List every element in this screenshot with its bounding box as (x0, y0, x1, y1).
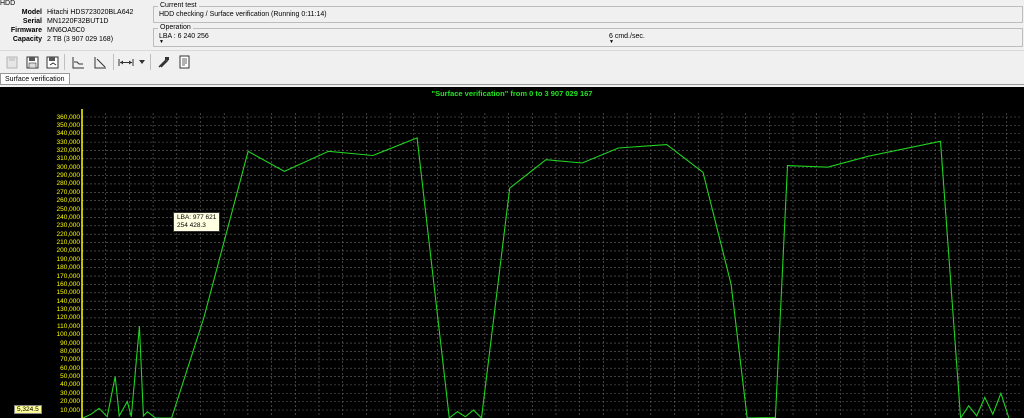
disk-open-icon[interactable] (44, 54, 60, 70)
y-tick-label: 110,000 (56, 322, 80, 330)
y-tick-label: 140,000 (56, 297, 81, 305)
operation-speed: 6 cmd./sec. (609, 33, 645, 40)
hdd-firmware-value: MN6OA5C0 (47, 27, 85, 34)
y-tick-label: 80,000 (60, 347, 80, 355)
y-tick-label: 40,000 (60, 381, 80, 389)
surface-verification-chart: "Surface verification" from 0 to 3 907 0… (0, 87, 1024, 418)
hdd-serial-label: Serial (22, 18, 42, 25)
y-tick-label: 50,000 (60, 373, 80, 380)
toolbar (0, 50, 1024, 73)
speed-series-line (82, 137, 1010, 418)
hdd-serial-row: Serial MN1220F32BUT1D (0, 17, 148, 26)
y-tick-label: 200,000 (56, 247, 81, 255)
hdd-capacity-value: 2 TB (3 907 029 168) (47, 36, 114, 43)
y-tick-label: 230,000 (56, 222, 81, 230)
y-tick-label: 360,000 (56, 113, 81, 121)
hdd-capacity-label: Capacity (12, 36, 42, 43)
y-tick-label: 270,000 (56, 188, 81, 196)
chart-tooltip: LBA: 977 621 254 428.3 (173, 212, 221, 232)
current-test-group: Current test HDD checking / Surface veri… (153, 2, 1023, 23)
y-tick-label: 250,000 (56, 205, 81, 213)
y-tick-label: 90,000 (60, 339, 80, 347)
hdd-model-value: Hitachi HDS723020BLA642 (47, 9, 134, 16)
hdd-model-label: Model (21, 9, 42, 16)
disk-save-icon[interactable] (24, 54, 40, 70)
current-test-legend: Current test (158, 2, 199, 9)
hdd-capacity-row: Capacity 2 TB (3 907 029 168) (0, 35, 148, 44)
y-tick-label: 70,000 (60, 356, 80, 364)
tab-divider (0, 84, 1024, 85)
y-tick-label: 260,000 (56, 197, 81, 205)
y-tick-label: 300,000 (56, 163, 81, 171)
speed-dropdown-arrow-icon[interactable]: ▼ (609, 39, 614, 45)
y-tick-label: 100,000 (56, 331, 81, 339)
current-test-status: HDD checking / Surface verification (Run… (159, 11, 327, 18)
y-tick-label: 130,000 (56, 306, 81, 314)
y-tick-label: 280,000 (56, 180, 81, 188)
dropdown-arrow-icon[interactable] (137, 54, 147, 70)
range-arrows-icon[interactable] (118, 54, 134, 70)
y-tick-label: 150,000 (56, 289, 81, 297)
y-tick-label: 350,000 (56, 121, 81, 129)
operation-lba: LBA : 6 240 256 (159, 33, 209, 40)
operation-group: Operation LBA : 6 240 256 ▼ 6 cmd./sec. … (153, 24, 1023, 47)
hdd-firmware-row: Firmware MN6OA5C0 (0, 26, 148, 35)
operation-legend: Operation (158, 24, 193, 31)
tooltip-value: 254 428.3 (177, 222, 206, 229)
tools-icon[interactable] (155, 54, 171, 70)
cursor-value-badge: 5,324.5 (14, 405, 42, 414)
y-tick-label: 120,000 (56, 314, 81, 322)
y-tick-label: 180,000 (56, 264, 81, 272)
chart-plot (81, 109, 1022, 418)
disk-disabled-icon[interactable] (4, 54, 20, 70)
hdd-firmware-label: Firmware (10, 27, 42, 34)
chart-line-icon[interactable] (70, 54, 86, 70)
chart-slope-icon[interactable] (92, 54, 108, 70)
hdd-info-panel: Model Hitachi HDS723020BLA642 Serial MN1… (0, 6, 148, 46)
y-tick-label: 290,000 (56, 172, 81, 180)
y-tick-label: 210,000 (56, 239, 81, 247)
y-tick-label: 160,000 (56, 280, 81, 288)
y-tick-label: 310,000 (56, 155, 81, 163)
tooltip-lba: LBA: 977 621 (177, 214, 217, 221)
lba-dropdown-arrow-icon[interactable]: ▼ (159, 39, 164, 45)
y-tick-label: 60,000 (60, 364, 80, 372)
y-tick-label: 170,000 (56, 272, 81, 280)
y-tick-label: 220,000 (56, 230, 81, 238)
report-icon[interactable] (176, 54, 192, 70)
y-tick-label: 240,000 (56, 213, 81, 221)
y-tick-label: 340,000 (56, 130, 81, 138)
y-tick-label: 190,000 (56, 255, 81, 263)
hdd-model-row: Model Hitachi HDS723020BLA642 (0, 8, 148, 17)
y-tick-label: 330,000 (56, 138, 81, 146)
y-tick-label: 30,000 (60, 389, 80, 397)
y-tick-label: 320,000 (56, 146, 81, 154)
hdd-serial-value: MN1220F32BUT1D (47, 18, 109, 25)
